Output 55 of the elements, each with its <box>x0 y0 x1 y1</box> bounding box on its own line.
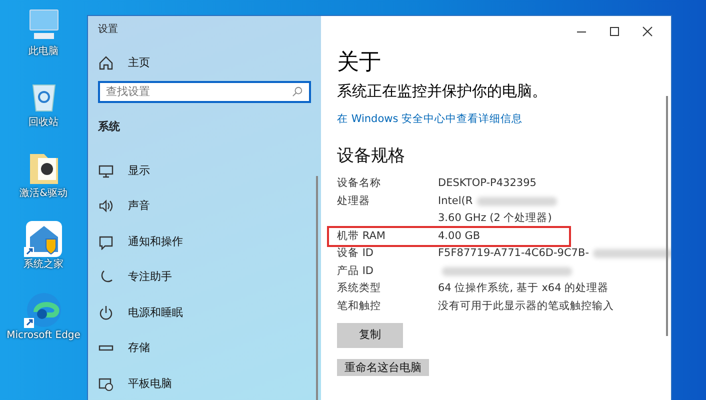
spec-value: 4.00 GB <box>438 228 480 244</box>
nav-item[interactable]: 电源和睡眠 <box>98 295 311 330</box>
home-icon <box>98 54 114 71</box>
section-heading: 设备规格 <box>337 144 406 168</box>
desktop-icon-label: 系统之家 <box>22 259 64 271</box>
spec-value: F5F87719-A771-4C6D-9C7B- <box>438 246 589 262</box>
nav-label: 存储 <box>128 340 150 356</box>
spec-value: 没有可用于此显示器的笔或触控输入 <box>438 298 614 314</box>
security-link[interactable]: 在 Windows 安全中心中查看详细信息 <box>337 112 523 128</box>
home-nav-item[interactable]: 主页 <box>98 45 311 80</box>
spec-label: 系统类型 <box>337 281 382 296</box>
section-heading: 系统 <box>98 118 121 134</box>
spec-label: 笔和触控 <box>337 298 382 314</box>
house-shield-icon[interactable] <box>24 219 64 259</box>
spec-label: 机带 RAM <box>337 228 386 244</box>
nav-label: 显示 <box>128 162 150 178</box>
rename-button[interactable]: 重命名这台电脑 <box>337 358 429 376</box>
nav-label: 声音 <box>128 198 150 214</box>
spec-value: 3.60 GHz (2 个处理器) <box>438 211 552 226</box>
speaker-icon <box>98 198 114 214</box>
spec-value: Intel(R <box>438 194 473 209</box>
nav-label: 主页 <box>128 54 150 70</box>
desktop-icon-label: 此电脑 <box>28 46 60 58</box>
close-icon[interactable] <box>642 26 653 36</box>
nav-item[interactable]: 专注助手 <box>98 260 311 295</box>
nav-item[interactable]: 存储 <box>98 330 311 366</box>
edge-logo-icon[interactable] <box>24 290 64 330</box>
nav-label: 专注助手 <box>128 269 172 285</box>
copy-button[interactable]: 复制 <box>337 323 403 348</box>
spec-label: 设备 ID <box>337 246 375 262</box>
desktop-icon-label: 激活&驱动 <box>18 188 68 200</box>
nav-label: 平板电脑 <box>128 376 172 392</box>
search-icon <box>292 86 303 96</box>
spec-value: 64 位操作系统, 基于 x64 的处理器 <box>438 281 609 296</box>
nav-item[interactable]: 显示 <box>98 153 311 188</box>
nav-label: 电源和睡眠 <box>128 304 183 320</box>
monitor-icon <box>98 162 114 179</box>
window-title: 设置 <box>98 22 119 37</box>
maximize-icon[interactable] <box>609 26 620 36</box>
spec-value: DESKTOP-P432395 <box>438 176 536 192</box>
speech-bubble-icon <box>98 234 114 250</box>
tablet-icon <box>98 376 114 392</box>
status-text: 系统正在监控并保护你的电脑。 <box>337 81 548 102</box>
nav-item[interactable]: 平板电脑 <box>98 366 311 400</box>
spec-label: 设备名称 <box>337 176 382 192</box>
spec-label: 处理器 <box>337 194 371 209</box>
desktop-icon-label: 回收站 <box>28 117 60 129</box>
desktop-icon-label: Microsoft Edge <box>6 330 82 342</box>
nav-item[interactable]: 通知和操作 <box>98 224 311 260</box>
page-title: 关于 <box>337 50 382 76</box>
spec-label: 产品 ID <box>337 264 375 279</box>
nav-label: 通知和操作 <box>128 234 183 250</box>
nav-item[interactable]: 声音 <box>98 188 311 224</box>
search-field[interactable]: 查找设置 <box>98 80 311 102</box>
power-icon <box>98 304 114 321</box>
